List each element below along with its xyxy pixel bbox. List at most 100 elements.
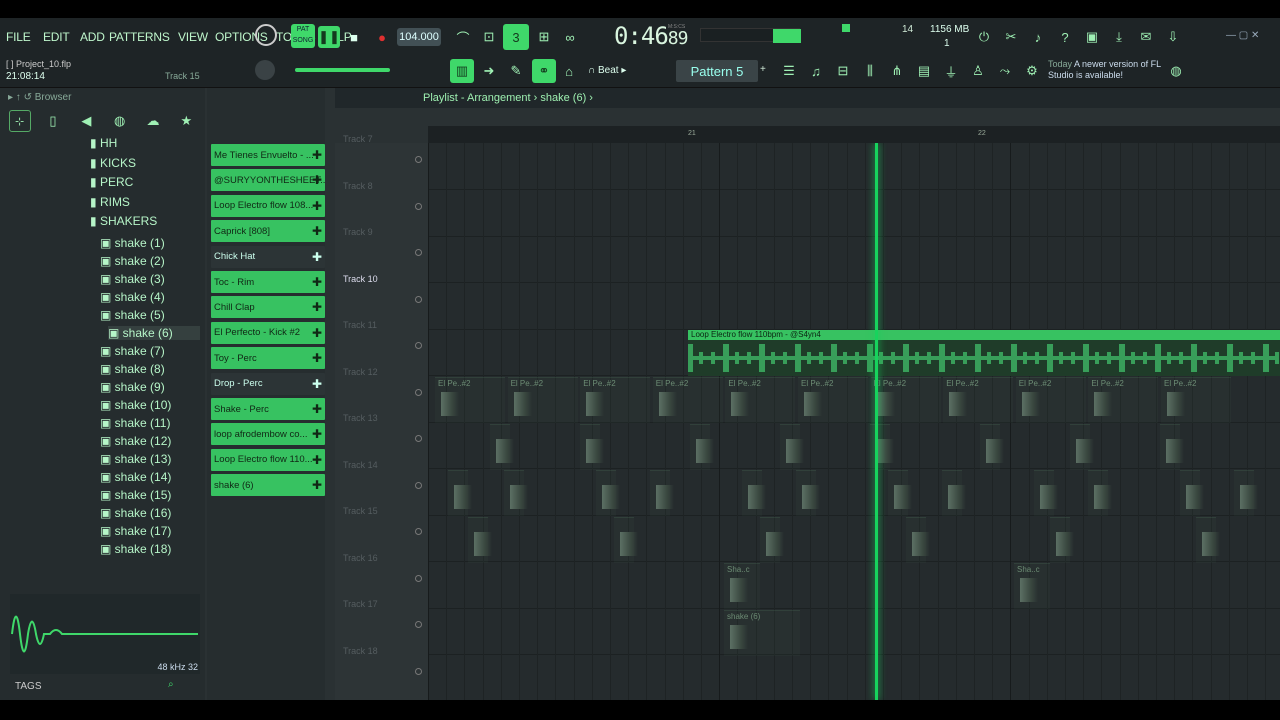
folder-rims[interactable]: ▮ RIMS [90, 195, 130, 209]
pattern-clip[interactable] [870, 423, 894, 470]
browser-item[interactable]: ▣ shake (15) [100, 488, 171, 502]
pattern-clip[interactable]: El Pe..#2 [580, 377, 651, 423]
pattern-clip[interactable] [796, 470, 820, 516]
pattern-clip[interactable] [1180, 470, 1204, 516]
track-mute-dot[interactable] [415, 202, 422, 210]
pattern-clip[interactable] [780, 423, 804, 470]
picker-item[interactable]: Toc - Rim ✚ [211, 271, 325, 293]
stamp-icon[interactable]: ⌂ [558, 60, 580, 82]
menu-patterns[interactable]: PATTERNS [109, 30, 170, 44]
master-pitch-slider[interactable] [295, 68, 390, 72]
link-icon[interactable]: ⚭ [532, 59, 556, 83]
globe-icon[interactable]: ◍ [1165, 60, 1187, 82]
speaker-tab-icon[interactable]: ◀ [75, 110, 97, 132]
track-mute-dot[interactable] [415, 249, 422, 256]
globe-tab-icon[interactable]: ◍ [109, 110, 131, 132]
song-position-slider[interactable] [700, 28, 801, 43]
help-icon[interactable]: ? [1054, 26, 1076, 48]
pattern-clip[interactable]: Sha..c [724, 563, 760, 609]
pattern-clip[interactable] [742, 470, 766, 516]
browser-item[interactable]: ▣ shake (13) [100, 452, 171, 466]
routing-icon[interactable]: ⋔ [886, 60, 908, 82]
track-mute-dot[interactable] [415, 621, 422, 628]
tempo-display[interactable]: 104.000 [397, 28, 441, 46]
tags-label[interactable]: TAGS [15, 681, 41, 692]
picker-item[interactable]: El Perfecto - Kick #2 ✚ [211, 321, 325, 344]
menu-file[interactable]: FILE [6, 30, 31, 44]
pattern-selector[interactable]: Pattern 5 [676, 60, 758, 82]
pattern-clip[interactable]: El Pe..#2 [1088, 377, 1159, 423]
add-pattern-icon[interactable]: + [760, 64, 766, 75]
browser-item[interactable]: ▣ shake (14) [100, 470, 171, 484]
pattern-clip[interactable] [580, 423, 604, 470]
pattern-clip[interactable]: El Pe..#2 [870, 377, 941, 423]
master-pitch-knob[interactable] [255, 60, 275, 80]
pattern-clip[interactable] [980, 423, 1004, 470]
picker-item[interactable]: Toy - Perc ✚ [211, 347, 325, 370]
all-tab-icon[interactable]: ⊹ [8, 110, 31, 132]
wait-input-icon[interactable]: ⊡ [478, 26, 500, 48]
mixer-icon[interactable]: ⫼ [859, 60, 881, 82]
pattern-clip[interactable]: Sha..c [1014, 563, 1050, 609]
track-mute-dot[interactable] [415, 342, 422, 349]
paint-icon[interactable]: ✎ [505, 60, 527, 82]
menu-add[interactable]: ADD [80, 30, 105, 44]
track-label[interactable]: Track 12 [343, 367, 378, 377]
pattern-clip[interactable] [1070, 423, 1094, 470]
pattern-clip[interactable]: shake (6) [724, 609, 800, 656]
pattern-clip[interactable]: El Pe..#2 [798, 377, 868, 423]
browser-item[interactable]: ▣ shake (2) [100, 254, 165, 268]
track-mute-dot[interactable] [415, 528, 422, 535]
track-mute-dot[interactable] [415, 156, 422, 163]
piano-roll-icon[interactable]: ♫ [805, 60, 827, 82]
menu-view[interactable]: VIEW [178, 30, 208, 44]
track-mute-dot[interactable] [415, 295, 422, 303]
piano-icon[interactable]: ▥ [450, 59, 474, 83]
picker-item[interactable]: Chill Clap ✚ [211, 296, 325, 319]
save-icon[interactable]: ▣ [1081, 26, 1103, 48]
track-mute-dot[interactable] [415, 574, 422, 582]
pattern-clip[interactable] [614, 516, 638, 563]
track-label[interactable]: Track 16 [343, 553, 378, 563]
search-icon[interactable]: ⌕ [168, 679, 174, 690]
fx-icon[interactable]: ✂ [1000, 26, 1022, 48]
picker-item[interactable]: @SURYYONTHESHEET... ✚ [211, 169, 325, 192]
power-icon[interactable]: ⏻ [973, 26, 995, 48]
picker-item[interactable]: Loop Electro flow 110... ✚ [211, 448, 325, 471]
browser-icon[interactable]: ▤ [913, 60, 935, 82]
pattern-clip[interactable] [1160, 423, 1184, 470]
browser-item[interactable]: ▣ shake (1) [100, 236, 165, 250]
timeline-ruler[interactable]: 21 22 [428, 126, 1280, 143]
track-mute-dot[interactable] [415, 388, 422, 396]
picker-item[interactable]: shake (6) ✚ [211, 474, 325, 497]
pattern-clip[interactable]: El Pe..#2 [1015, 377, 1086, 423]
pattern-clip[interactable] [760, 516, 784, 563]
export-icon[interactable]: ⤓ [1108, 26, 1130, 48]
track-mute-dot[interactable] [415, 667, 422, 675]
track-label[interactable]: Track 15 [343, 506, 378, 516]
picker-item[interactable]: Drop - Perc ✚ [211, 372, 325, 395]
playlist-icon[interactable]: ☰ [778, 60, 800, 82]
picker-item[interactable]: Shake - Perc ✚ [211, 398, 325, 420]
pattern-clip[interactable] [1234, 470, 1258, 516]
browser-item[interactable]: ▣ shake (7) [100, 344, 165, 358]
file-tab-icon[interactable]: ▯ [42, 110, 64, 132]
pattern-clip[interactable]: El Pe..#2 [1161, 377, 1231, 423]
record-audio-icon[interactable]: ⤳ [994, 60, 1016, 82]
pattern-clip[interactable] [690, 423, 714, 470]
track-label[interactable]: Track 17 [343, 599, 378, 609]
news-panel[interactable]: Today A newer version of FL Studio is av… [1048, 59, 1168, 81]
pattern-clip[interactable] [448, 470, 472, 516]
pattern-clip[interactable] [468, 516, 492, 563]
pat-song-toggle[interactable]: PAT SONG [291, 24, 315, 48]
pattern-clip[interactable] [1088, 470, 1112, 516]
menu-edit[interactable]: EDIT [43, 30, 70, 44]
track-label[interactable]: Track 14 [343, 460, 378, 470]
star-tab-icon[interactable]: ★ [175, 110, 197, 132]
chat-icon[interactable]: ✉ [1135, 26, 1157, 48]
track-label[interactable]: Track 11 [343, 320, 377, 330]
folder-hh[interactable]: ▮ HH [90, 136, 117, 150]
track-label[interactable]: Track 18 [343, 646, 378, 656]
track-label[interactable]: Track 7 [343, 134, 373, 144]
window-controls[interactable]: — ▢ ✕ [1226, 30, 1259, 41]
